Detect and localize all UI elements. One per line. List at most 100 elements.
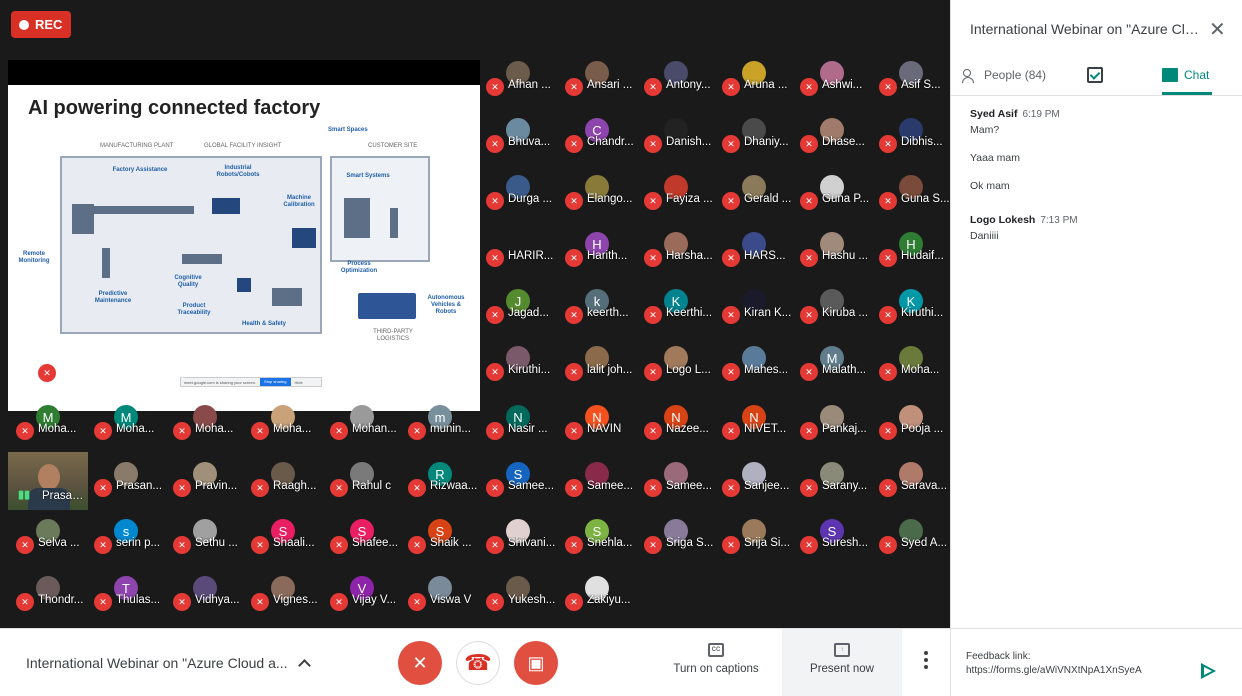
participant-tile[interactable]: ✕ Elango... — [563, 174, 641, 232]
participant-tile[interactable]: ✕ Kiruthi... — [484, 345, 562, 403]
side-panel: International Webinar on "Azure Clo... ✕… — [950, 0, 1242, 696]
meeting-details-button[interactable]: International Webinar on "Azure Cloud a.… — [26, 655, 311, 672]
participant-tile[interactable]: ✕ Guna S... — [877, 174, 950, 232]
participant-tile[interactable]: ✕ Bhuva... — [484, 117, 562, 175]
participant-tile[interactable]: ✕ Syed A... — [877, 518, 950, 576]
participant-tile[interactable]: ✕ Vidhya... — [171, 575, 249, 628]
participant-tile[interactable]: ✕ Mohan... — [328, 404, 406, 462]
participant-tile[interactable]: R ✕ Rizwaa... — [406, 461, 484, 519]
participant-tile[interactable]: ✕ Danish... — [642, 117, 720, 175]
participant-tile[interactable]: ✕ Dhaniy... — [720, 117, 798, 175]
participant-name: Mahes... — [744, 364, 789, 376]
participant-tile[interactable]: ✕ Ansari ... — [563, 60, 641, 118]
participant-tile[interactable]: ✕ Afhan ... — [484, 60, 562, 118]
message-input[interactable]: Feedback link: https://forms.gle/aWiVNXt… — [966, 650, 1178, 678]
slide-label: Factory Assistance — [112, 167, 168, 173]
participant-tile[interactable]: ✕ HARS... — [720, 231, 798, 289]
participant-tile[interactable]: ✕ Fayiza ... — [642, 174, 720, 232]
participant-tile[interactable]: ✕ Pooja ... — [877, 404, 950, 462]
captions-button[interactable]: CC Turn on captions — [670, 643, 762, 675]
participant-tile[interactable]: ✕ Hashu ... — [798, 231, 876, 289]
participant-tile[interactable]: S ✕ Shafee... — [328, 518, 406, 576]
participant-tile[interactable]: C ✕ Chandr... — [563, 117, 641, 175]
participant-tile[interactable]: ✕ Moha... — [171, 404, 249, 462]
participant-tile[interactable]: ✕ Samee... — [563, 461, 641, 519]
tab-activities[interactable] — [1087, 67, 1103, 83]
participant-tile[interactable]: N ✕ Nasir ... — [484, 404, 562, 462]
tab-people[interactable]: People (84) — [962, 68, 1046, 83]
participant-tile[interactable]: S ✕ Snehla... — [563, 518, 641, 576]
participant-tile[interactable]: ✕ Raagh... — [249, 461, 327, 519]
participant-tile[interactable]: ✕ Durga ... — [484, 174, 562, 232]
participant-tile[interactable]: ✕ Antony... — [642, 60, 720, 118]
microphone-button[interactable]: ✕ — [398, 641, 442, 685]
participant-tile[interactable]: K ✕ Kiruthi... — [877, 288, 950, 346]
tab-chat[interactable]: Chat — [1162, 68, 1209, 82]
participant-tile[interactable]: ✕ Kiran K... — [720, 288, 798, 346]
participant-tile[interactable]: m ✕ munin... — [406, 404, 484, 462]
participant-tile[interactable]: ✕ Logo L... — [642, 345, 720, 403]
participant-tile[interactable]: S ✕ Shaali... — [249, 518, 327, 576]
participant-tile[interactable]: J ✕ Jagad... — [484, 288, 562, 346]
participant-tile[interactable]: S ✕ Samee... — [484, 461, 562, 519]
participant-tile[interactable]: ✕ Aruna ... — [720, 60, 798, 118]
close-icon[interactable]: ✕ — [1209, 20, 1226, 40]
participant-tile[interactable]: ✕ HARIR... — [484, 231, 562, 289]
participant-tile[interactable]: K ✕ Keerthi... — [642, 288, 720, 346]
participant-tile[interactable]: ✕ Kiruba ... — [798, 288, 876, 346]
slide-label: Machine Calibration — [283, 195, 315, 208]
mic-off-icon: ✕ — [251, 536, 269, 554]
participant-tile[interactable]: ✕ Moha... — [249, 404, 327, 462]
participant-tile[interactable]: ✕ Shivani... — [484, 518, 562, 576]
participant-tile[interactable]: M ✕ Moha... — [14, 404, 92, 462]
participant-tile[interactable]: ✕ Guna P... — [798, 174, 876, 232]
participant-tile[interactable]: S ✕ Suresh... — [798, 518, 876, 576]
participant-tile[interactable]: ✕ Harsha... — [642, 231, 720, 289]
participant-tile[interactable]: V ✕ Vijay V... — [328, 575, 406, 628]
participant-tile[interactable]: ✕ Thondr... — [14, 575, 92, 628]
participant-tile[interactable]: ✕ Asif S... — [877, 60, 950, 118]
participant-tile[interactable]: ✕ Sarava... — [877, 461, 950, 519]
participant-tile[interactable]: ✕ Dibhis... — [877, 117, 950, 175]
participant-tile[interactable]: H ✕ Harith... — [563, 231, 641, 289]
participant-tile[interactable]: ✕ Ashwi... — [798, 60, 876, 118]
participant-tile[interactable]: s ✕ serin p... — [92, 518, 170, 576]
leave-call-button[interactable]: ☎ — [456, 641, 500, 685]
participant-tile[interactable]: ✕ Samee... — [642, 461, 720, 519]
presentation-tile[interactable]: AI powering connected factory MANUFACTUR… — [8, 60, 480, 411]
slide-label: Cognitive Quality — [174, 275, 202, 288]
participant-tile[interactable]: ✕ Rahul c — [328, 461, 406, 519]
participant-tile[interactable]: N ✕ NIVET... — [720, 404, 798, 462]
participant-tile[interactable]: ✕ Selva ... — [14, 518, 92, 576]
camera-button[interactable]: ▣ — [514, 641, 558, 685]
participant-tile[interactable]: k ✕ keerth... — [563, 288, 641, 346]
participant-tile[interactable]: M ✕ Moha... — [92, 404, 170, 462]
send-icon[interactable] — [1201, 663, 1216, 679]
participant-tile[interactable]: N ✕ NAVIN — [563, 404, 641, 462]
participant-tile[interactable]: H ✕ Hudaif... — [877, 231, 950, 289]
participant-tile[interactable]: ✕ Prasan... — [92, 461, 170, 519]
participant-tile[interactable]: M ✕ Malath... — [798, 345, 876, 403]
participant-tile[interactable]: ✕ Pankaj... — [798, 404, 876, 462]
participant-tile[interactable]: ✕ Sarany... — [798, 461, 876, 519]
participant-tile[interactable]: ✕ Viswa V — [406, 575, 484, 628]
participant-tile[interactable]: ✕ Pravin... — [171, 461, 249, 519]
participant-tile[interactable]: ✕ Yukesh... — [484, 575, 562, 628]
participant-tile[interactable]: ✕ Zakiyu... — [563, 575, 641, 628]
participant-tile[interactable]: ✕ Sethu ... — [171, 518, 249, 576]
participant-tile[interactable]: ✕ Sanjee... — [720, 461, 798, 519]
participant-tile[interactable]: S ✕ Shaik ... — [406, 518, 484, 576]
participant-tile[interactable]: ✕ Dhase... — [798, 117, 876, 175]
participant-tile[interactable]: ✕ Mahes... — [720, 345, 798, 403]
participant-tile[interactable]: ✕ Moha... — [877, 345, 950, 403]
participant-tile[interactable]: T ✕ Thulas... — [92, 575, 170, 628]
participant-tile[interactable]: ✕ lalit joh... — [563, 345, 641, 403]
pin-icon[interactable] — [18, 366, 30, 380]
participant-tile[interactable]: ✕ Srija Si... — [720, 518, 798, 576]
participant-tile[interactable]: ✕ Sriga S... — [642, 518, 720, 576]
participant-tile[interactable]: ✕ Vignes... — [249, 575, 327, 628]
participant-tile[interactable]: N ✕ Nazee... — [642, 404, 720, 462]
more-options-button[interactable] — [918, 651, 934, 675]
present-now-button[interactable]: ↑ Present now — [782, 629, 902, 696]
participant-tile[interactable]: ✕ Gerald ... — [720, 174, 798, 232]
